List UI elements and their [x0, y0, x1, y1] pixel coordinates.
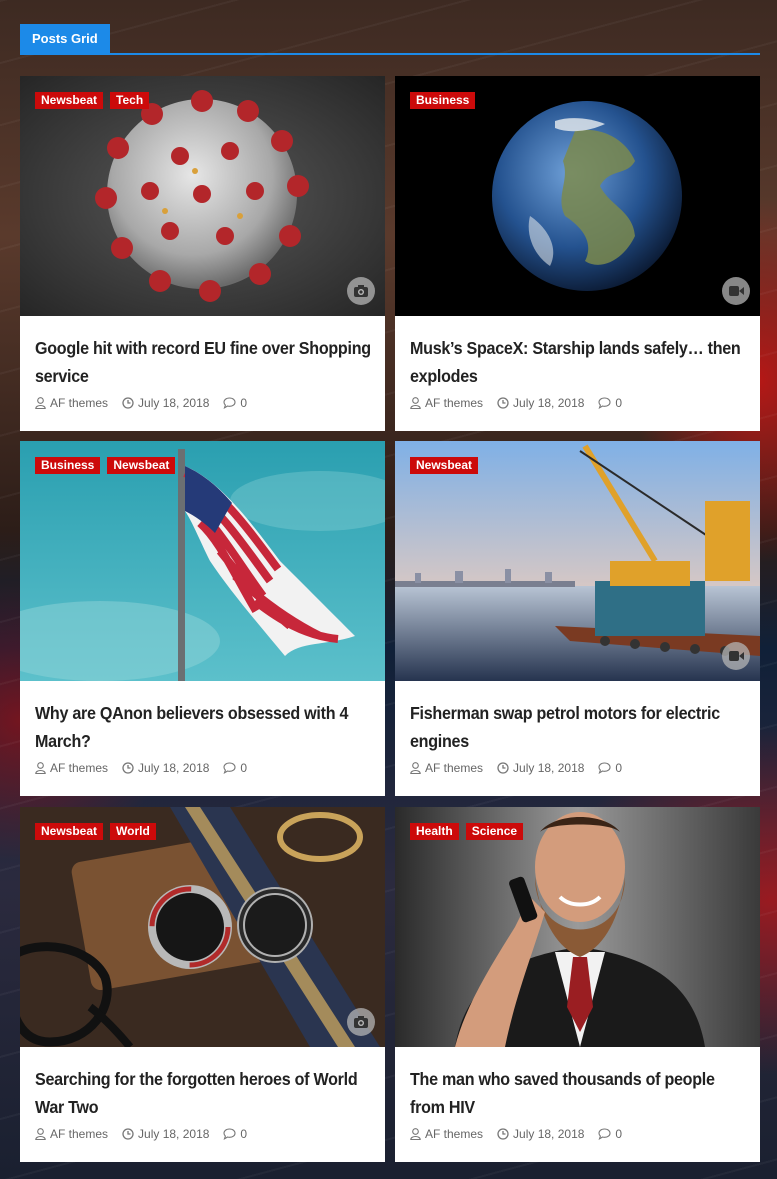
post-date[interactable]: July 18, 2018 [138, 396, 209, 410]
post-meta: AF themes July 18, 2018 0 [35, 396, 370, 410]
post-tags: Business Newsbeat [35, 457, 182, 474]
post-card[interactable]: Health Science The man who saved thousan… [395, 807, 760, 1162]
post-image-coronavirus[interactable]: Newsbeat Tech [20, 76, 385, 316]
post-author[interactable]: AF themes [50, 761, 108, 775]
comment-icon [598, 1128, 611, 1140]
clock-icon [122, 1128, 134, 1140]
post-date[interactable]: July 18, 2018 [138, 1127, 209, 1141]
post-comments[interactable]: 0 [615, 1127, 622, 1141]
clock-icon [122, 397, 134, 409]
post-author[interactable]: AF themes [50, 1127, 108, 1141]
tag-business[interactable]: Business [35, 457, 101, 474]
post-image-crane-barge[interactable]: Newsbeat [395, 441, 760, 681]
user-icon [35, 397, 46, 409]
user-icon [410, 1128, 421, 1140]
post-meta: AF themes July 18, 2018 0 [410, 1127, 745, 1141]
post-tags: Newsbeat World [35, 823, 163, 840]
post-tags: Business [410, 92, 482, 109]
comment-icon [598, 397, 611, 409]
clock-icon [497, 397, 509, 409]
post-date[interactable]: July 18, 2018 [513, 396, 584, 410]
user-icon [410, 397, 421, 409]
post-card[interactable]: Newsbeat Fisherman swap petrol motors fo… [395, 441, 760, 796]
camera-icon [347, 1008, 375, 1036]
post-card[interactable]: Business Newsbeat Why are QAnon believer… [20, 441, 385, 796]
post-meta: AF themes July 18, 2018 0 [410, 396, 745, 410]
post-tags: Newsbeat Tech [35, 92, 156, 109]
post-title[interactable]: Why are QAnon believers obsessed with 4 … [35, 699, 375, 755]
tag-health[interactable]: Health [410, 823, 459, 840]
post-meta: AF themes July 18, 2018 0 [410, 761, 745, 775]
post-image-us-flag[interactable]: Business Newsbeat [20, 441, 385, 681]
post-title[interactable]: Fisherman swap petrol motors for electri… [410, 699, 750, 755]
tag-world[interactable]: World [110, 823, 156, 840]
tag-business[interactable]: Business [410, 92, 476, 109]
tag-newsbeat[interactable]: Newsbeat [35, 823, 104, 840]
section-title: Posts Grid [20, 24, 110, 53]
post-image-earth[interactable]: Business [395, 76, 760, 316]
post-author[interactable]: AF themes [425, 1127, 483, 1141]
post-tags: Health Science [410, 823, 530, 840]
post-comments[interactable]: 0 [615, 761, 622, 775]
post-title[interactable]: Musk’s SpaceX: Starship lands safely… th… [410, 334, 750, 390]
post-comments[interactable]: 0 [240, 761, 247, 775]
post-author[interactable]: AF themes [425, 396, 483, 410]
comment-icon [223, 1128, 236, 1140]
tag-newsbeat[interactable]: Newsbeat [107, 457, 176, 474]
user-icon [35, 762, 46, 774]
post-tags: Newsbeat [410, 457, 485, 474]
post-comments[interactable]: 0 [240, 396, 247, 410]
post-date[interactable]: July 18, 2018 [513, 1127, 584, 1141]
post-date[interactable]: July 18, 2018 [513, 761, 584, 775]
user-icon [410, 762, 421, 774]
comment-icon [223, 762, 236, 774]
clock-icon [122, 762, 134, 774]
clock-icon [497, 1128, 509, 1140]
post-author[interactable]: AF themes [425, 761, 483, 775]
tag-science[interactable]: Science [465, 823, 524, 840]
comment-icon [223, 397, 236, 409]
post-comments[interactable]: 0 [240, 1127, 247, 1141]
post-author[interactable]: AF themes [50, 396, 108, 410]
post-meta: AF themes July 18, 2018 0 [35, 761, 370, 775]
post-title[interactable]: The man who saved thousands of people fr… [410, 1065, 750, 1121]
tag-tech[interactable]: Tech [110, 92, 150, 109]
section-header: Posts Grid [20, 24, 760, 55]
section-underline [20, 53, 760, 55]
post-title[interactable]: Searching for the forgotten heroes of Wo… [35, 1065, 375, 1121]
post-title[interactable]: Google hit with record EU fine over Shop… [35, 334, 375, 390]
post-comments[interactable]: 0 [615, 396, 622, 410]
post-card[interactable]: Newsbeat Tech Google hit with record EU … [20, 76, 385, 431]
tag-newsbeat[interactable]: Newsbeat [410, 457, 479, 474]
user-icon [35, 1128, 46, 1140]
post-card[interactable]: Newsbeat World Searching for the forgott… [20, 807, 385, 1162]
tag-newsbeat[interactable]: Newsbeat [35, 92, 104, 109]
camera-icon [347, 277, 375, 305]
video-icon [722, 277, 750, 305]
post-meta: AF themes July 18, 2018 0 [35, 1127, 370, 1141]
clock-icon [497, 762, 509, 774]
post-image-watches[interactable]: Newsbeat World [20, 807, 385, 1047]
comment-icon [598, 762, 611, 774]
post-image-bearded-man[interactable]: Health Science [395, 807, 760, 1047]
video-icon [722, 642, 750, 670]
post-date[interactable]: July 18, 2018 [138, 761, 209, 775]
post-card[interactable]: Business Musk’s SpaceX: Starship lands s… [395, 76, 760, 431]
